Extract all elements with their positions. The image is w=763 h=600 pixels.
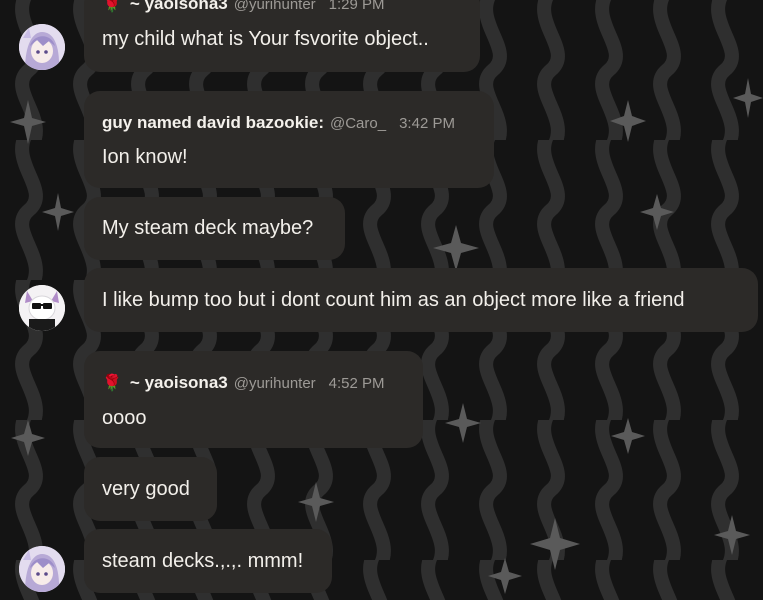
avatar[interactable]: [19, 285, 65, 331]
message-text: I like bump too but i dont count him as …: [102, 289, 685, 311]
author-name[interactable]: ~ yaoisona3: [130, 373, 228, 393]
message-header: guy named david bazookie: @Caro_ 3:42 PM: [102, 113, 455, 133]
cat-sunglasses-avatar-icon: [19, 285, 65, 331]
message-text: my child what is Your fsvorite object..: [102, 28, 429, 50]
author-name[interactable]: guy named david bazookie:: [102, 113, 324, 133]
message-header: 🌹 ~ yaoisona3 @yurihunter 1:29 PM: [102, 0, 385, 14]
message-timestamp: 4:52 PM: [328, 375, 385, 392]
message-bubble[interactable]: 🌹 ~ yaoisona3 @yurihunter 1:29 PM my chi…: [84, 0, 480, 72]
message-text: steam decks.,.,. mmm!: [102, 550, 304, 572]
author-handle: @yurihunter: [233, 0, 316, 13]
message-bubble[interactable]: very good: [84, 457, 217, 521]
message-bubble[interactable]: steam decks.,.,. mmm!: [84, 529, 332, 593]
anime-girl-avatar-icon: [19, 24, 65, 70]
rose-icon: 🌹: [102, 0, 122, 13]
message-timestamp: 3:42 PM: [399, 115, 455, 132]
message-bubble[interactable]: guy named david bazookie: @Caro_ 3:42 PM…: [84, 91, 494, 188]
message-bubble[interactable]: 🌹 ~ yaoisona3 @yurihunter 4:52 PM oooo: [84, 351, 423, 448]
message-bubble[interactable]: I like bump too but i dont count him as …: [84, 268, 758, 332]
avatar[interactable]: [19, 24, 65, 70]
message-header: 🌹 ~ yaoisona3 @yurihunter 4:52 PM: [102, 373, 385, 393]
message-text: Ion know!: [102, 146, 188, 168]
avatar[interactable]: [19, 546, 65, 592]
message-timestamp: 1:29 PM: [328, 0, 385, 13]
author-handle: @Caro_: [330, 115, 387, 132]
message-text: My steam deck maybe?: [102, 217, 314, 239]
author-handle: @yurihunter: [233, 375, 316, 392]
anime-girl-avatar-icon: [19, 546, 65, 592]
message-text: oooo: [102, 407, 147, 429]
rose-icon: 🌹: [102, 375, 122, 392]
author-name[interactable]: ~ yaoisona3: [130, 0, 228, 14]
message-text: very good: [102, 478, 190, 500]
message-bubble[interactable]: My steam deck maybe?: [84, 197, 345, 260]
